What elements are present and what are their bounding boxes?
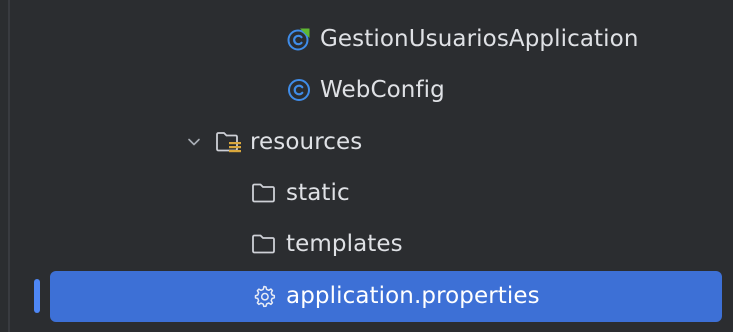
tree-item-label: resources xyxy=(250,129,363,155)
tree-item-webconfig[interactable]: WebConfig xyxy=(0,66,733,114)
spring-boot-class-icon xyxy=(287,27,311,51)
tree-item-label: WebConfig xyxy=(320,77,445,103)
tree-item-static[interactable]: static xyxy=(0,169,733,217)
folder-icon xyxy=(251,232,277,256)
resources-folder-icon xyxy=(215,130,243,154)
class-icon xyxy=(287,78,311,102)
tree-item-label: templates xyxy=(286,231,403,257)
tree-item-label: static xyxy=(286,180,350,206)
chevron-down-icon[interactable] xyxy=(186,134,202,150)
tree-item-gestion-usuarios-application[interactable]: GestionUsuariosApplication xyxy=(0,15,733,63)
project-tree-panel: GestionUsuariosApplication WebConfig res… xyxy=(0,0,733,332)
folder-icon xyxy=(251,181,277,205)
tree-item-label: GestionUsuariosApplication xyxy=(320,26,639,52)
settings-file-icon xyxy=(252,284,276,308)
tree-item-label: application.properties xyxy=(286,283,540,309)
tree-item-resources[interactable]: resources xyxy=(0,118,733,166)
tree-item-templates[interactable]: templates xyxy=(0,220,733,268)
tree-item-application-properties[interactable]: application.properties xyxy=(0,272,733,320)
